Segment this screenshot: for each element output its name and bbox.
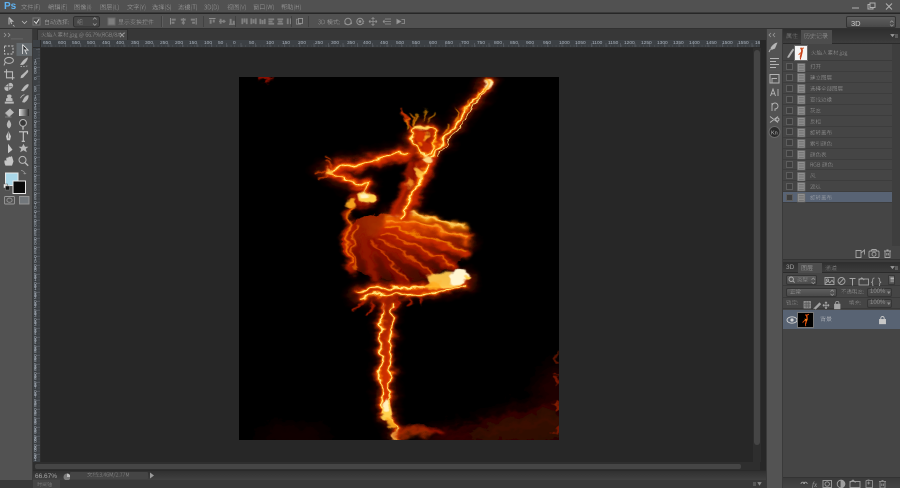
svg-text:fx: fx xyxy=(812,481,818,488)
svg-text:Kn: Kn xyxy=(771,131,778,137)
